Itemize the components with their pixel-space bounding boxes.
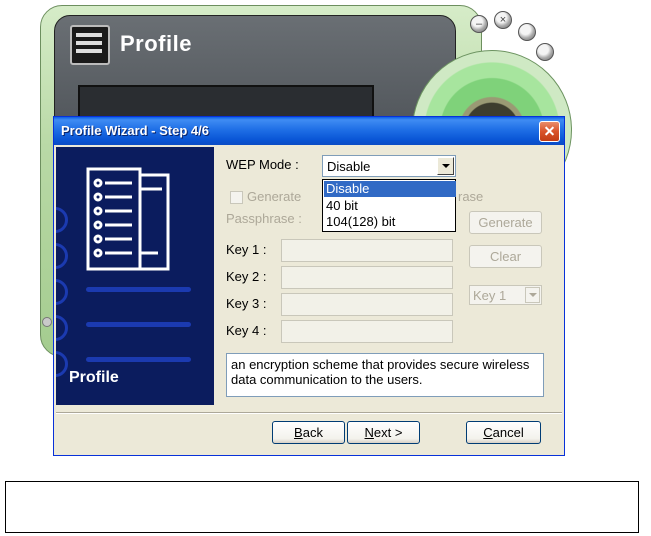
decorative-ring xyxy=(56,315,68,341)
key-2-input[interactable] xyxy=(281,266,453,289)
key-2-label: Key 2 : xyxy=(226,269,267,284)
app-minimize-button[interactable]: – xyxy=(470,15,488,33)
wep-mode-dropdown-list[interactable]: Disable 40 bit 104(128) bit xyxy=(322,179,456,232)
default-key-select[interactable]: Key 1 xyxy=(469,285,542,305)
wizard-side-panel: Profile xyxy=(56,147,214,405)
default-key-value: Key 1 xyxy=(473,288,507,303)
decorative-bar xyxy=(86,357,191,362)
dialog-title: Profile Wizard - Step 4/6 xyxy=(61,123,209,138)
chevron-down-icon[interactable] xyxy=(525,287,540,303)
decorative-ring xyxy=(56,207,68,233)
back-mnemonic: B xyxy=(294,425,303,440)
close-icon: × xyxy=(499,14,507,26)
decorative-bar xyxy=(86,322,191,327)
wep-mode-selected-value: Disable xyxy=(327,159,371,174)
key-3-label: Key 3 : xyxy=(226,296,267,311)
decorative-ring xyxy=(56,243,68,269)
wep-mode-select[interactable]: Disable xyxy=(322,155,456,177)
generate-button[interactable]: Generate xyxy=(469,211,542,234)
generate-checkbox-label-tail: rase xyxy=(458,189,484,204)
key-1-input[interactable] xyxy=(281,239,453,262)
profile-logo-icon xyxy=(70,25,110,65)
cancel-mnemonic: C xyxy=(483,425,493,440)
wep-description-box: an encryption scheme that provides secur… xyxy=(226,353,544,397)
app-side-knob xyxy=(42,317,52,327)
decorative-ring xyxy=(56,351,68,377)
wep-mode-label: WEP Mode : xyxy=(226,157,299,172)
next-label: ext > xyxy=(373,425,403,440)
next-mnemonic: N xyxy=(364,425,374,440)
dialog-title-bar[interactable]: Profile Wizard - Step 4/6 xyxy=(54,117,564,145)
chevron-down-icon[interactable] xyxy=(437,157,454,175)
decorative-ring xyxy=(56,279,68,305)
caption-box xyxy=(5,481,639,533)
generate-key-checkbox[interactable] xyxy=(230,191,243,204)
passphrase-label: Passphrase : xyxy=(226,211,302,226)
app-close-button[interactable]: × xyxy=(494,11,512,29)
next-button[interactable]: Next > xyxy=(347,421,420,444)
side-panel-label: Profile xyxy=(69,369,119,386)
key-1-label: Key 1 : xyxy=(226,242,267,257)
cancel-button[interactable]: Cancel xyxy=(466,421,541,444)
app-title: Profile xyxy=(120,31,192,56)
app-option-button[interactable] xyxy=(536,43,554,61)
footer-divider xyxy=(56,412,562,414)
cancel-label: ancel xyxy=(492,425,524,440)
document-pages-icon xyxy=(86,167,170,271)
back-button[interactable]: Back xyxy=(272,421,345,444)
minimize-icon: – xyxy=(475,18,483,30)
generate-checkbox-label: Generate xyxy=(247,189,302,204)
key-4-input[interactable] xyxy=(281,320,453,343)
wep-option-40-bit[interactable]: 40 bit xyxy=(324,198,456,214)
key-4-label: Key 4 : xyxy=(226,323,267,338)
clear-button[interactable]: Clear xyxy=(469,245,542,268)
app-option-button[interactable] xyxy=(518,23,536,41)
wep-option-104-bit[interactable]: 104(128) bit xyxy=(324,214,456,230)
wep-option-disable[interactable]: Disable xyxy=(324,181,456,197)
decorative-bar xyxy=(86,287,191,292)
back-label: ack xyxy=(302,425,323,440)
profile-wizard-dialog: Profile Wizard - Step 4/6 Profile WEP Mo… xyxy=(53,116,565,456)
dialog-close-button[interactable] xyxy=(539,121,560,142)
key-3-input[interactable] xyxy=(281,293,453,316)
